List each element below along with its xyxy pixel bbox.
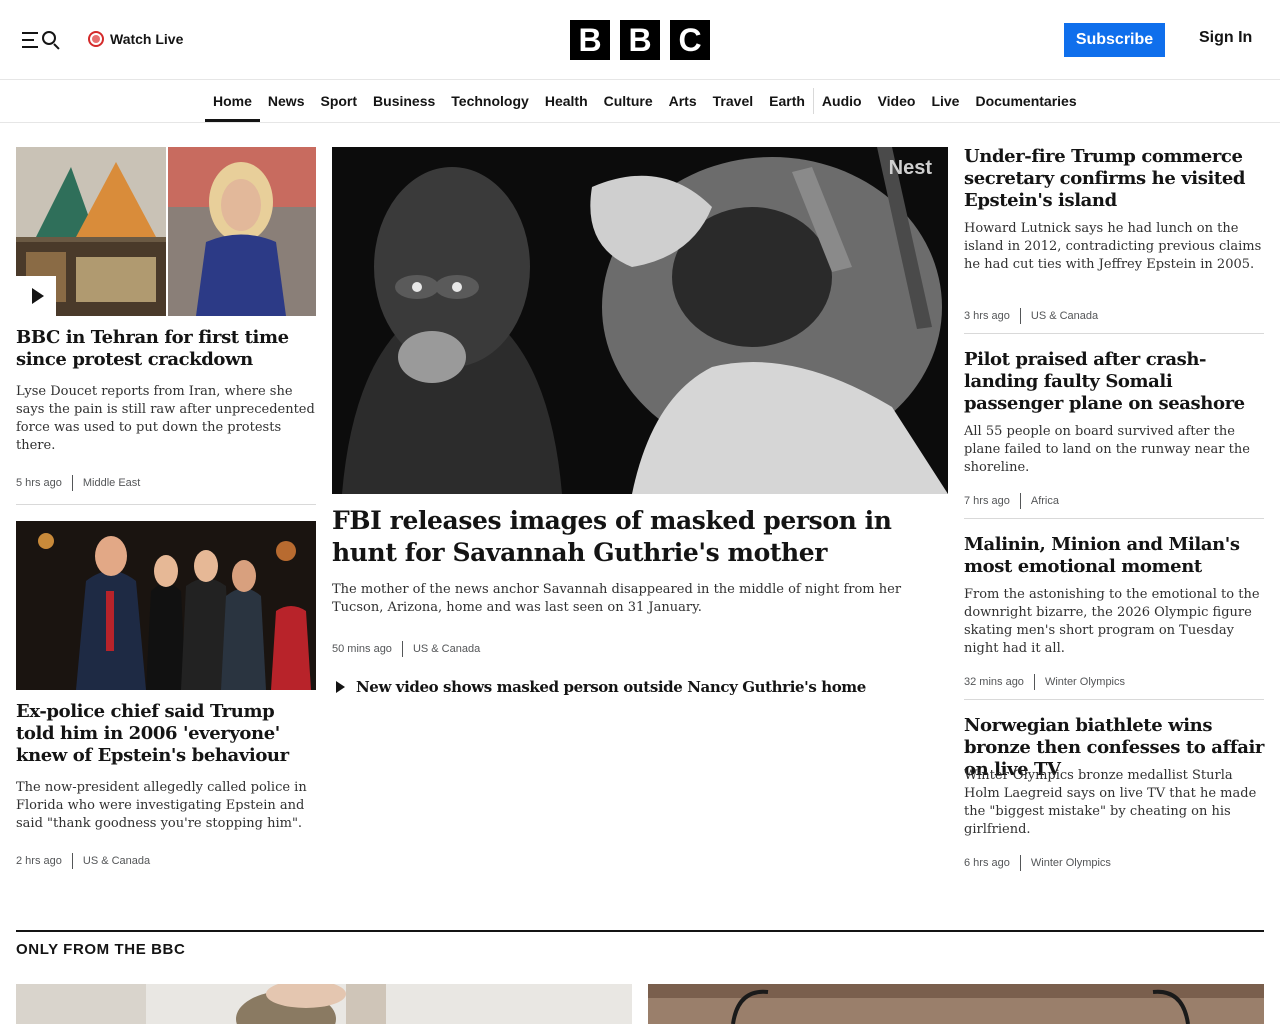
right-story-headline[interactable]: Malinin, Minion and Milan's most emotion… (964, 534, 1264, 578)
nav-item-sport[interactable]: Sport (312, 81, 365, 122)
right-story-meta: 7 hrs ago Africa (964, 493, 1059, 509)
nav-item-news[interactable]: News (260, 81, 313, 122)
meta-divider (1019, 855, 1021, 871)
subscribe-button[interactable]: Subscribe (1064, 23, 1165, 57)
lead-story-image[interactable]: Nest (332, 147, 948, 494)
right-story-summary: Howard Lutnick says he had lunch on the … (964, 221, 1262, 272)
story-divider (964, 333, 1264, 334)
related-video-link[interactable]: New video shows masked person outside Na… (336, 677, 866, 697)
nav-item-earth[interactable]: Earth (761, 81, 813, 122)
timestamp: 2 hrs ago (16, 855, 62, 867)
nav-item-documentaries[interactable]: Documentaries (967, 81, 1084, 122)
story-divider (964, 518, 1264, 519)
lead-summary: The mother of the news anchor Savannah d… (332, 582, 902, 615)
right-story-summary: All 55 people on board survived after th… (964, 424, 1250, 475)
section-title: ONLY FROM THE BBC (16, 941, 186, 958)
nav-item-arts[interactable]: Arts (661, 81, 705, 122)
timestamp: 32 mins ago (964, 676, 1024, 688)
section-rule (16, 930, 1264, 932)
section-image-art (16, 984, 632, 1024)
meta-divider (71, 475, 73, 491)
meta-divider (1033, 674, 1035, 690)
nav-item-home[interactable]: Home (205, 81, 260, 122)
nav-item-video[interactable]: Video (870, 81, 924, 122)
story-divider (964, 699, 1264, 700)
menu-icon (22, 32, 38, 34)
epstein-story-image[interactable] (16, 521, 316, 690)
nav-item-technology[interactable]: Technology (443, 81, 537, 122)
lead-image-art (332, 147, 948, 494)
bbc-logo[interactable]: B B C (570, 20, 710, 60)
sign-in-link[interactable]: Sign In (1199, 29, 1252, 47)
tehran-story-image[interactable] (16, 147, 316, 316)
related-video-label: New video shows masked person outside Na… (356, 678, 866, 696)
meta-divider (1019, 308, 1021, 324)
timestamp: 50 mins ago (332, 643, 392, 655)
camera-watermark: Nest (888, 157, 932, 179)
topic-link[interactable]: Middle East (83, 477, 140, 489)
live-icon (88, 31, 104, 47)
menu-icon-bar (22, 39, 34, 41)
nav-item-culture[interactable]: Culture (596, 81, 661, 122)
tehran-headline[interactable]: BBC in Tehran for first time since prote… (16, 327, 316, 371)
meta-divider (401, 641, 403, 657)
section-story-image[interactable] (648, 984, 1264, 1024)
right-story-headline[interactable]: Under-fire Trump commerce secretary conf… (964, 146, 1264, 212)
right-story-headline[interactable]: Pilot praised after crash-landing faulty… (964, 349, 1264, 415)
meta-divider (1019, 493, 1021, 509)
nav-item-business[interactable]: Business (365, 81, 443, 122)
right-story-summary: Winter Olympics bronze medallist Sturla … (964, 768, 1257, 837)
tehran-summary: Lyse Doucet reports from Iran, where she… (16, 384, 315, 453)
epstein-image-art (16, 521, 316, 690)
timestamp: 5 hrs ago (16, 477, 62, 489)
right-story-summary: From the astonishing to the emotional to… (964, 587, 1260, 656)
epstein-summary: The now-president allegedly called polic… (16, 780, 307, 831)
timestamp: 3 hrs ago (964, 310, 1010, 322)
lead-headline[interactable]: FBI releases images of masked person in … (332, 505, 948, 569)
nav-item-audio[interactable]: Audio (814, 81, 870, 122)
right-story-meta: 6 hrs ago Winter Olympics (964, 855, 1111, 871)
menu-icon-bar (22, 46, 38, 48)
story-divider (16, 504, 316, 505)
right-story-meta: 32 mins ago Winter Olympics (964, 674, 1125, 690)
timestamp: 7 hrs ago (964, 495, 1010, 507)
section-image-art (648, 984, 1264, 1024)
top-bar: Watch Live B B C Subscribe Sign In (0, 0, 1280, 80)
nav-item-health[interactable]: Health (537, 81, 596, 122)
logo-letter: C (670, 20, 710, 60)
menu-search-button[interactable] (22, 29, 62, 51)
epstein-meta: 2 hrs ago US & Canada (16, 853, 150, 869)
topic-link[interactable]: Winter Olympics (1045, 676, 1125, 688)
epstein-headline[interactable]: Ex-police chief said Trump told him in 2… (16, 701, 316, 767)
topic-link[interactable]: Winter Olympics (1031, 857, 1111, 869)
nav-item-live[interactable]: Live (923, 81, 967, 122)
section-story-image[interactable] (16, 984, 632, 1024)
timestamp: 6 hrs ago (964, 857, 1010, 869)
search-icon-handle (53, 43, 60, 50)
play-icon[interactable] (16, 276, 56, 316)
nav-items: Home News Sport Business Technology Heal… (205, 81, 1085, 122)
main-navigation: Home News Sport Business Technology Heal… (0, 81, 1280, 123)
play-icon (336, 681, 345, 693)
topic-link[interactable]: Africa (1031, 495, 1059, 507)
logo-letter: B (570, 20, 610, 60)
watch-live-link[interactable]: Watch Live (88, 29, 183, 49)
lead-meta: 50 mins ago US & Canada (332, 641, 480, 657)
topic-link[interactable]: US & Canada (413, 643, 480, 655)
topic-link[interactable]: US & Canada (83, 855, 150, 867)
right-story-meta: 3 hrs ago US & Canada (964, 308, 1098, 324)
topic-link[interactable]: US & Canada (1031, 310, 1098, 322)
watch-live-label: Watch Live (110, 31, 184, 47)
tehran-meta: 5 hrs ago Middle East (16, 475, 140, 491)
nav-item-travel[interactable]: Travel (705, 81, 761, 122)
meta-divider (71, 853, 73, 869)
tehran-image-art (16, 147, 316, 316)
logo-letter: B (620, 20, 660, 60)
